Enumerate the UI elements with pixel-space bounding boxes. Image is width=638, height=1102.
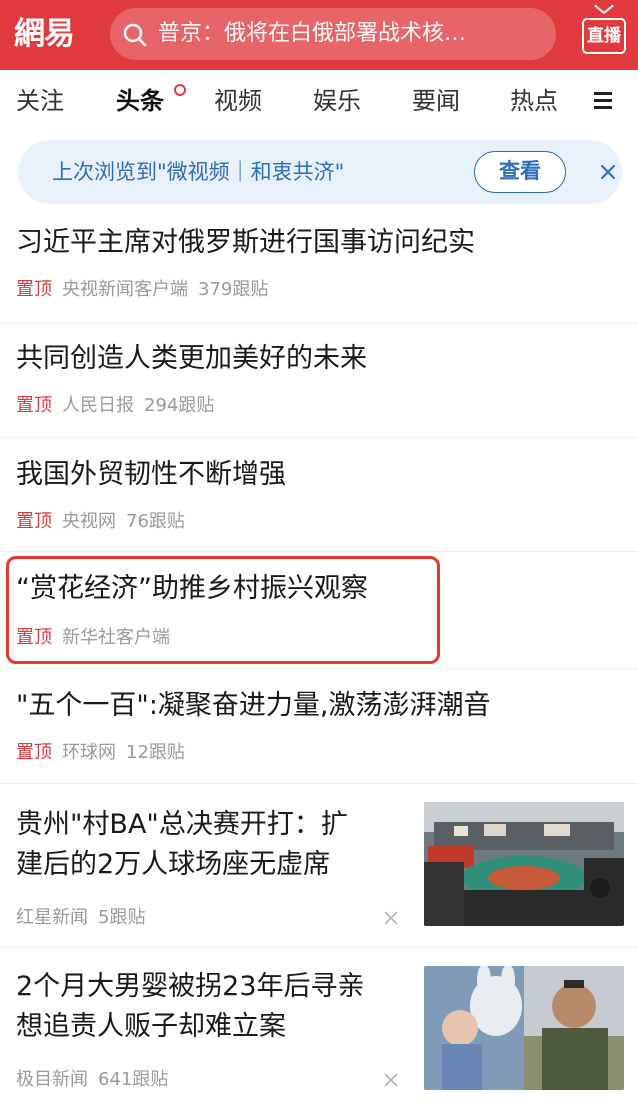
comment-count: 294跟贴 [144, 395, 215, 416]
search-icon [123, 23, 147, 47]
news-source: 央视网 [62, 511, 116, 532]
highlight-box [6, 556, 440, 664]
news-source: 极目新闻 [16, 1069, 88, 1090]
close-icon[interactable] [596, 160, 620, 184]
dismiss-icon[interactable] [382, 1071, 400, 1089]
news-item[interactable]: 贵州"村BA"总决赛开打：扩 建后的2万人球场座无虚席 红星新闻 5跟贴 [0, 784, 638, 948]
live-label: 直播 [587, 26, 621, 46]
news-source: 红星新闻 [16, 907, 88, 928]
news-title: "五个一百":凝聚奋进力量,激荡澎湃潮音 [16, 690, 491, 721]
comment-count: 12跟贴 [126, 742, 185, 763]
news-thumbnail [424, 802, 624, 926]
news-item[interactable]: 习近平主席对俄罗斯进行国事访问纪实 置顶 央视新闻客户端 379跟贴 [0, 212, 638, 324]
news-source: 央视新闻客户端 [62, 279, 188, 300]
news-title: 我国外贸韧性不断增强 [16, 459, 286, 490]
menu-icon[interactable] [594, 92, 612, 110]
news-title-line-2: 建后的2万人球场座无虚席 [16, 849, 331, 880]
channel-tabs: 关注 头条 视频 娱乐 要闻 热点 [0, 70, 638, 132]
view-button[interactable]: 查看 [474, 151, 566, 193]
comment-count: 76跟贴 [126, 511, 185, 532]
tab-video[interactable]: 视频 [214, 70, 262, 132]
pinned-badge: 置顶 [16, 395, 52, 416]
news-meta: 置顶 人民日报 294跟贴 [16, 392, 214, 420]
news-meta: 红星新闻 5跟贴 [16, 904, 145, 932]
netease-logo[interactable]: 網易 [14, 10, 90, 58]
news-source: 环球网 [62, 742, 116, 763]
tab-entertainment[interactable]: 娱乐 [313, 70, 361, 132]
new-dot-icon [174, 84, 186, 96]
top-bar: 網易 普京：俄将在白俄部署战术核… 直播 [0, 0, 638, 70]
tab-trending[interactable]: 热点 [510, 70, 558, 132]
tab-headlines[interactable]: 头条 [116, 70, 164, 132]
news-thumbnail [424, 966, 624, 1090]
pinned-badge: 置顶 [16, 279, 52, 300]
news-item[interactable]: 我国外贸韧性不断增强 置顶 央视网 76跟贴 [0, 438, 638, 552]
news-meta: 置顶 环球网 12跟贴 [16, 739, 185, 767]
pinned-badge: 置顶 [16, 511, 52, 532]
news-title: 共同创造人类更加美好的未来 [16, 343, 367, 374]
search-placeholder: 普京：俄将在白俄部署战术核… [158, 21, 467, 46]
news-title: 习近平主席对俄罗斯进行国事访问纪实 [16, 227, 475, 258]
news-item[interactable]: 共同创造人类更加美好的未来 置顶 人民日报 294跟贴 [0, 324, 638, 438]
news-meta: 置顶 央视网 76跟贴 [16, 508, 185, 536]
news-title-line-2: 想追责人贩子却难立案 [16, 1011, 286, 1042]
resume-reading-banner: 上次浏览到"微视频｜和衷共济" 查看 [18, 140, 622, 204]
comment-count: 641跟贴 [98, 1069, 169, 1090]
search-bar[interactable]: 普京：俄将在白俄部署战术核… [110, 8, 556, 60]
tab-follow[interactable]: 关注 [16, 70, 64, 132]
pinned-badge: 置顶 [16, 742, 52, 763]
news-item[interactable]: "五个一百":凝聚奋进力量,激荡澎湃潮音 置顶 环球网 12跟贴 [0, 668, 638, 784]
tab-news[interactable]: 要闻 [412, 70, 460, 132]
comment-count: 5跟贴 [98, 907, 146, 928]
news-meta: 极目新闻 641跟贴 [16, 1066, 168, 1094]
resume-reading-text: 上次浏览到"微视频｜和衷共济" [52, 160, 345, 184]
news-item[interactable]: 2个月大男婴被拐23年后寻亲 想追责人贩子却难立案 极目新闻 641跟贴 [0, 948, 638, 1102]
comment-count: 379跟贴 [198, 279, 269, 300]
news-source: 人民日报 [62, 395, 134, 416]
dismiss-icon[interactable] [382, 909, 400, 927]
news-meta: 置顶 央视新闻客户端 379跟贴 [16, 276, 268, 304]
live-button[interactable]: 直播 [582, 12, 626, 56]
